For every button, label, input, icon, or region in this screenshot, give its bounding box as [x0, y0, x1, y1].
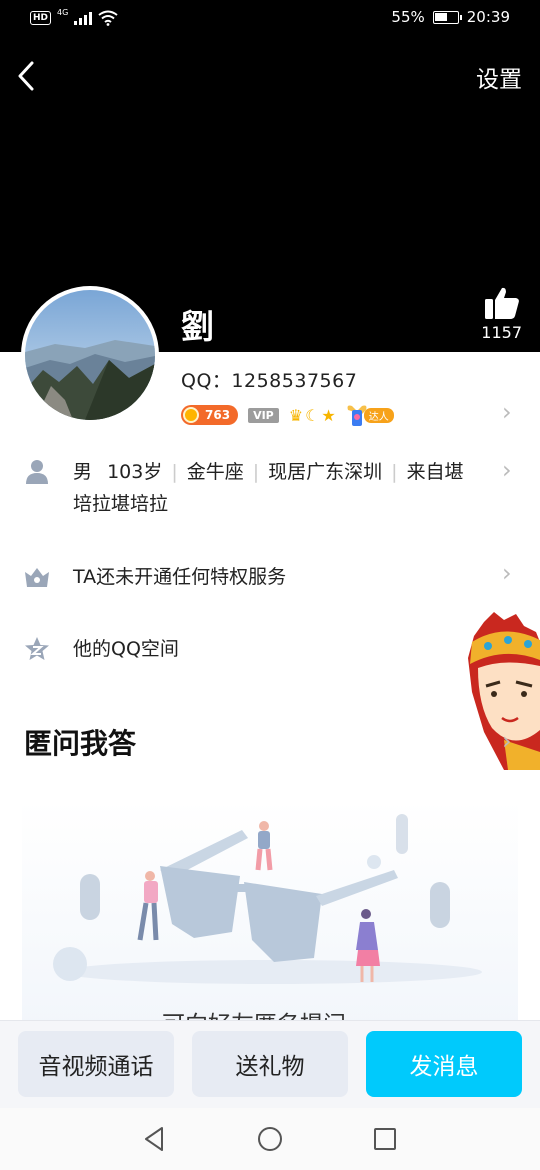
privilege-row[interactable]: TA还未开通任何特权服务 ›: [0, 559, 540, 594]
sunglasses-illustration: [53, 814, 482, 984]
profile-name: 劉: [181, 307, 214, 346]
daren-label: 达人: [363, 407, 394, 423]
moon-level-icon: ☾: [305, 405, 320, 425]
av-call-button[interactable]: 音视频通话: [18, 1031, 174, 1097]
person-icon: [26, 460, 48, 484]
origin-line2: 培拉堪培拉: [73, 493, 169, 515]
daren-badge[interactable]: 达人: [346, 402, 394, 428]
action-bar: 音视频通话 送礼物 发消息: [0, 1020, 540, 1108]
gender: 男: [73, 461, 93, 483]
send-message-button[interactable]: 发消息: [366, 1031, 522, 1097]
location: 现居广东深圳: [268, 461, 383, 483]
level-badge[interactable]: 763: [181, 405, 239, 425]
qq-number[interactable]: QQ：1258537567: [181, 366, 357, 393]
qzone-text: 他的QQ空间: [73, 638, 179, 660]
qq-number-value: 1258537567: [231, 370, 358, 392]
battery-percent: 55%: [391, 8, 425, 26]
crown-level-icon: ♛: [288, 405, 304, 425]
thumbs-up-icon: [485, 287, 519, 319]
status-time: 20:39: [466, 8, 510, 26]
star-level-icon: ★: [321, 405, 336, 425]
age: 103岁: [107, 461, 163, 483]
settings-button[interactable]: 设置: [476, 60, 522, 94]
basic-info-chevron-icon: ›: [502, 456, 512, 484]
back-button[interactable]: [12, 58, 42, 94]
privilege-text: TA还未开通任何特权服务: [73, 566, 287, 588]
status-bar: HD 4G 55% 20:39: [0, 0, 540, 38]
anonymous-qa-card[interactable]: 可向好友匿名提问: [22, 800, 518, 1030]
hd-badge: HD: [30, 11, 52, 25]
qq-label: QQ：: [181, 370, 232, 392]
level-value: 763: [205, 408, 231, 422]
send-gift-button[interactable]: 送礼物: [192, 1031, 348, 1097]
level-coin-icon: [183, 407, 199, 423]
nav-recents-icon[interactable]: [370, 1124, 400, 1154]
qzone-row[interactable]: 他的QQ空间: [0, 632, 540, 666]
anonymous-qa-title: 匿问我答: [24, 727, 137, 760]
signal-icon: [74, 11, 93, 25]
badge-row[interactable]: 763 VIP ♛ ☾ ★ 达人: [181, 400, 394, 430]
anonymous-qa-chevron-icon[interactable]: ›: [502, 727, 512, 755]
chevron-left-icon: [18, 61, 34, 91]
status-right: 55% 20:39: [391, 8, 510, 26]
network-type: 4G: [57, 7, 69, 17]
like-button[interactable]: [482, 286, 522, 324]
nav-home-icon[interactable]: [255, 1124, 285, 1154]
zodiac: 金牛座: [186, 461, 244, 483]
wifi-icon: [98, 10, 118, 26]
level-icons[interactable]: ♛ ☾ ★: [289, 406, 336, 425]
system-nav-bar: [0, 1108, 540, 1170]
basic-info-row[interactable]: 男 103岁 | 金牛座 | 现居广东深圳 | 来自堪 培拉堪培拉 ›: [0, 454, 540, 524]
profile-chevron-right-icon[interactable]: ›: [502, 398, 512, 426]
vip-badge[interactable]: VIP: [248, 407, 279, 423]
avatar-image: [25, 290, 155, 420]
battery-fill: [434, 12, 447, 21]
origin-line1: 来自堪: [406, 461, 464, 483]
avatar[interactable]: [21, 286, 159, 424]
privilege-chevron-icon: ›: [502, 559, 512, 587]
basic-info-text: 男 103岁 | 金牛座 | 现居广东深圳 | 来自堪 培拉堪培拉: [73, 461, 464, 515]
battery-icon: [432, 10, 462, 24]
status-left: HD 4G: [30, 7, 118, 26]
star-z-icon: [25, 637, 49, 660]
nav-back-icon[interactable]: [140, 1124, 170, 1154]
crown-icon: [25, 568, 49, 587]
like-count: 1157: [481, 323, 522, 342]
